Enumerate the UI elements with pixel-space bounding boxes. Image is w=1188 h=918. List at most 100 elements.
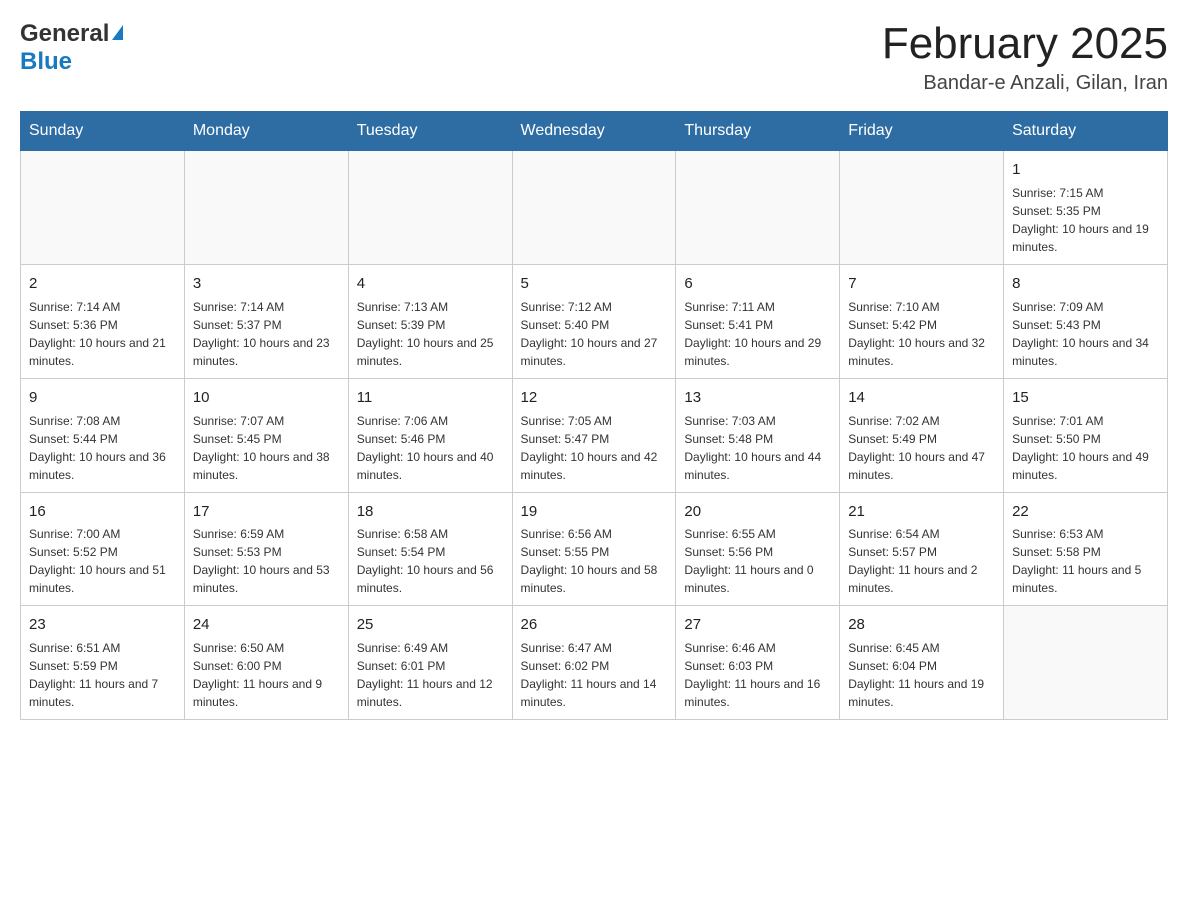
day-number: 6 — [684, 273, 831, 295]
weekday-header-tuesday: Tuesday — [348, 112, 512, 151]
calendar-cell: 20Sunrise: 6:55 AMSunset: 5:56 PMDayligh… — [676, 492, 840, 606]
day-info: Sunrise: 6:47 AMSunset: 6:02 PMDaylight:… — [521, 639, 668, 711]
calendar-cell: 25 Sunrise: 6:49 AMSunset: 6:01 PMDayligh… — [348, 606, 512, 720]
day-info: Sunrise: 7:14 AMSunset: 5:36 PMDaylight:… — [29, 298, 176, 370]
day-info: Sunrise: 7:11 AMSunset: 5:41 PMDaylight:… — [684, 298, 831, 370]
day-info: Sunrise: 7:07 AMSunset: 5:45 PMDaylight:… — [193, 412, 340, 484]
day-info: Sunrise: 6:56 AMSunset: 5:55 PMDaylight:… — [521, 525, 668, 597]
page-header: General Blue February 2025 Bandar-e Anza… — [20, 20, 1168, 95]
calendar-cell: 9 Sunrise: 7:08 AMSunset: 5:44 PMDaylight… — [21, 378, 185, 492]
calendar-cell: 18Sunrise: 6:58 AMSunset: 5:54 PMDayligh… — [348, 492, 512, 606]
day-info: Sunrise: 7:08 AMSunset: 5:44 PMDaylight:… — [29, 412, 176, 484]
calendar-cell: 22Sunrise: 6:53 AMSunset: 5:58 PMDayligh… — [1004, 492, 1168, 606]
calendar-cell: 8 Sunrise: 7:09 AMSunset: 5:43 PMDaylight… — [1004, 265, 1168, 379]
day-info: Sunrise: 7:14 AMSunset: 5:37 PMDaylight:… — [193, 298, 340, 370]
day-number: 2 — [29, 273, 176, 295]
day-number: 16 — [29, 501, 176, 523]
calendar-cell: 21Sunrise: 6:54 AMSunset: 5:57 PMDayligh… — [840, 492, 1004, 606]
calendar-cell: 19Sunrise: 6:56 AMSunset: 5:55 PMDayligh… — [512, 492, 676, 606]
calendar-week-2: 2 Sunrise: 7:14 AMSunset: 5:36 PMDaylight… — [21, 265, 1168, 379]
day-info: Sunrise: 6:55 AMSunset: 5:56 PMDaylight:… — [684, 525, 831, 597]
day-info: Sunrise: 6:53 AMSunset: 5:58 PMDaylight:… — [1012, 525, 1159, 597]
day-number: 14 — [848, 387, 995, 409]
logo-general-text: General — [20, 20, 109, 48]
day-number: 17 — [193, 501, 340, 523]
day-info: Sunrise: 7:09 AMSunset: 5:43 PMDaylight:… — [1012, 298, 1159, 370]
day-number: 27 — [684, 614, 831, 636]
calendar-header-row: SundayMondayTuesdayWednesdayThursdayFrid… — [21, 112, 1168, 151]
weekday-header-thursday: Thursday — [676, 112, 840, 151]
day-number: 12 — [521, 387, 668, 409]
calendar-week-3: 9 Sunrise: 7:08 AMSunset: 5:44 PMDaylight… — [21, 378, 1168, 492]
day-number: 25 — [357, 614, 504, 636]
day-info: Sunrise: 6:54 AMSunset: 5:57 PMDaylight:… — [848, 525, 995, 597]
calendar-cell — [512, 151, 676, 265]
calendar-cell — [676, 151, 840, 265]
day-number: 18 — [357, 501, 504, 523]
day-number: 19 — [521, 501, 668, 523]
day-info: Sunrise: 6:45 AMSunset: 6:04 PMDaylight:… — [848, 639, 995, 711]
calendar-cell — [21, 151, 185, 265]
calendar-week-5: 23Sunrise: 6:51 AMSunset: 5:59 PMDayligh… — [21, 606, 1168, 720]
calendar-cell — [348, 151, 512, 265]
calendar-cell: 10 Sunrise: 7:07 AMSunset: 5:45 PMDayligh… — [184, 378, 348, 492]
calendar-cell: 28 Sunrise: 6:45 AMSunset: 6:04 PMDayligh… — [840, 606, 1004, 720]
day-number: 3 — [193, 273, 340, 295]
day-info: Sunrise: 7:10 AMSunset: 5:42 PMDaylight:… — [848, 298, 995, 370]
calendar-cell: 13Sunrise: 7:03 AMSunset: 5:48 PMDayligh… — [676, 378, 840, 492]
day-number: 9 — [29, 387, 176, 409]
day-info: Sunrise: 7:02 AMSunset: 5:49 PMDaylight:… — [848, 412, 995, 484]
calendar-cell: 12 Sunrise: 7:05 AMSunset: 5:47 PMDayligh… — [512, 378, 676, 492]
calendar-cell: 14 Sunrise: 7:02 AMSunset: 5:49 PMDayligh… — [840, 378, 1004, 492]
day-info: Sunrise: 7:01 AMSunset: 5:50 PMDaylight:… — [1012, 412, 1159, 484]
calendar-cell: 15 Sunrise: 7:01 AMSunset: 5:50 PMDayligh… — [1004, 378, 1168, 492]
day-info: Sunrise: 6:50 AMSunset: 6:00 PMDaylight:… — [193, 639, 340, 711]
day-info: Sunrise: 7:00 AMSunset: 5:52 PMDaylight:… — [29, 525, 176, 597]
logo-arrow-icon — [112, 25, 123, 40]
day-info: Sunrise: 7:12 AMSunset: 5:40 PMDaylight:… — [521, 298, 668, 370]
weekday-header-wednesday: Wednesday — [512, 112, 676, 151]
day-number: 11 — [357, 387, 504, 409]
day-info: Sunrise: 7:05 AMSunset: 5:47 PMDaylight:… — [521, 412, 668, 484]
weekday-header-sunday: Sunday — [21, 112, 185, 151]
calendar-cell — [184, 151, 348, 265]
day-number: 28 — [848, 614, 995, 636]
day-info: Sunrise: 6:46 AMSunset: 6:03 PMDaylight:… — [684, 639, 831, 711]
day-number: 13 — [684, 387, 831, 409]
day-number: 26 — [521, 614, 668, 636]
day-number: 1 — [1012, 159, 1159, 181]
day-number: 8 — [1012, 273, 1159, 295]
weekday-header-friday: Friday — [840, 112, 1004, 151]
calendar-cell: 5 Sunrise: 7:12 AMSunset: 5:40 PMDaylight… — [512, 265, 676, 379]
calendar-week-4: 16Sunrise: 7:00 AMSunset: 5:52 PMDayligh… — [21, 492, 1168, 606]
weekday-header-monday: Monday — [184, 112, 348, 151]
month-title: February 2025 — [882, 20, 1168, 68]
calendar-cell: 27 Sunrise: 6:46 AMSunset: 6:03 PMDayligh… — [676, 606, 840, 720]
calendar-cell: 24Sunrise: 6:50 AMSunset: 6:00 PMDayligh… — [184, 606, 348, 720]
day-number: 21 — [848, 501, 995, 523]
location-title: Bandar-e Anzali, Gilan, Iran — [882, 72, 1168, 95]
calendar-cell: 26 Sunrise: 6:47 AMSunset: 6:02 PMDayligh… — [512, 606, 676, 720]
calendar-cell: 2 Sunrise: 7:14 AMSunset: 5:36 PMDaylight… — [21, 265, 185, 379]
weekday-header-saturday: Saturday — [1004, 112, 1168, 151]
day-info: Sunrise: 6:51 AMSunset: 5:59 PMDaylight:… — [29, 639, 176, 711]
calendar-cell: 3 Sunrise: 7:14 AMSunset: 5:37 PMDaylight… — [184, 265, 348, 379]
calendar-cell: 23Sunrise: 6:51 AMSunset: 5:59 PMDayligh… — [21, 606, 185, 720]
day-number: 10 — [193, 387, 340, 409]
calendar-cell: 1Sunrise: 7:15 AMSunset: 5:35 PMDaylight… — [1004, 151, 1168, 265]
day-info: Sunrise: 6:58 AMSunset: 5:54 PMDaylight:… — [357, 525, 504, 597]
calendar-cell: 7 Sunrise: 7:10 AMSunset: 5:42 PMDaylight… — [840, 265, 1004, 379]
title-area: February 2025 Bandar-e Anzali, Gilan, Ir… — [882, 20, 1168, 95]
day-info: Sunrise: 7:13 AMSunset: 5:39 PMDaylight:… — [357, 298, 504, 370]
day-number: 5 — [521, 273, 668, 295]
calendar-week-1: 1Sunrise: 7:15 AMSunset: 5:35 PMDaylight… — [21, 151, 1168, 265]
calendar-cell: 16Sunrise: 7:00 AMSunset: 5:52 PMDayligh… — [21, 492, 185, 606]
day-info: Sunrise: 6:49 AMSunset: 6:01 PMDaylight:… — [357, 639, 504, 711]
calendar-cell — [1004, 606, 1168, 720]
day-number: 7 — [848, 273, 995, 295]
calendar-cell: 11Sunrise: 7:06 AMSunset: 5:46 PMDayligh… — [348, 378, 512, 492]
day-number: 4 — [357, 273, 504, 295]
calendar-cell: 17Sunrise: 6:59 AMSunset: 5:53 PMDayligh… — [184, 492, 348, 606]
calendar-cell — [840, 151, 1004, 265]
day-number: 15 — [1012, 387, 1159, 409]
